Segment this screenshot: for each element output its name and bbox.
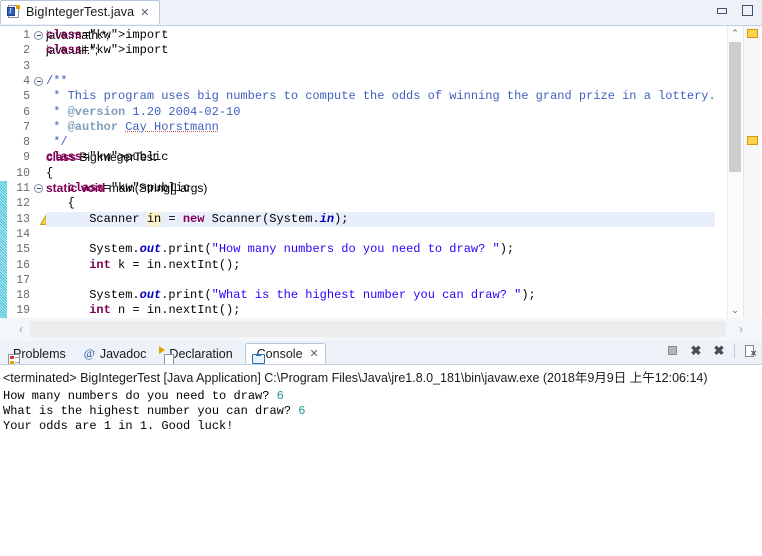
- line-number: 18: [16, 289, 30, 303]
- at-icon: @: [83, 346, 95, 360]
- scroll-down-arrow[interactable]: ⌄: [728, 303, 742, 318]
- overview-marker[interactable]: [747, 29, 758, 38]
- console-output-line: What is the highest number you can draw?…: [3, 404, 306, 418]
- view-tab-label: Javadoc: [99, 346, 147, 361]
- minimize-icon[interactable]: [715, 4, 731, 18]
- overview-marker[interactable]: [747, 136, 758, 145]
- view-tab-label: Problems: [13, 346, 66, 361]
- line-number: 6: [23, 105, 30, 119]
- line-number: 1: [23, 29, 30, 42]
- editor-horizontal-scrollbar[interactable]: ‹ ›: [0, 318, 762, 341]
- editor-tab-label: BigIntegerTest.java: [26, 5, 135, 19]
- line-number: 13: [16, 212, 30, 226]
- maximize-icon[interactable]: [740, 4, 756, 18]
- line-number: 5: [23, 90, 30, 104]
- remove-launch-button[interactable]: ✖: [688, 343, 704, 359]
- line-number: 9: [23, 151, 30, 165]
- bottom-panel: Problems @ Javadoc Declaration Console ✕ ✖ ✖ …: [0, 341, 762, 556]
- fold-collapse-icon[interactable]: [34, 76, 43, 86]
- overview-ruler[interactable]: [743, 26, 760, 318]
- view-tab-declaration[interactable]: Declaration: [158, 343, 238, 366]
- line-number: 7: [23, 120, 30, 134]
- line-number: 10: [16, 166, 30, 180]
- vertical-scroll-thumb[interactable]: [729, 42, 741, 172]
- scroll-up-arrow[interactable]: ⌃: [728, 26, 742, 41]
- horizontal-scroll-track[interactable]: [30, 321, 726, 337]
- scroll-left-arrow[interactable]: ‹: [14, 321, 28, 337]
- view-tab-console[interactable]: Console ✕: [244, 343, 326, 364]
- view-tab-row: Problems @ Javadoc Declaration Console ✕: [0, 341, 762, 366]
- code-text[interactable]: class="kw">import java.math.*; class="kw"…: [46, 26, 715, 318]
- view-tab-problems[interactable]: Problems: [2, 343, 72, 366]
- line-number: 8: [23, 136, 30, 150]
- folding-ruler[interactable]: [32, 26, 54, 318]
- line-number: 17: [16, 273, 30, 287]
- change-bar-column: [0, 26, 7, 318]
- fold-collapse-icon[interactable]: [34, 184, 43, 193]
- code-line[interactable]: class="kw">public static void main(Strin…: [46, 181, 207, 196]
- fold-collapse-icon[interactable]: [34, 31, 43, 40]
- close-icon[interactable]: ✕: [310, 347, 319, 360]
- view-tab-label: Declaration: [169, 346, 233, 361]
- eclipse-window: J BigIntegerTest.java ✕ 1 2 3 4 5 6 7 8 9 10 11 12 1…: [0, 0, 762, 556]
- code-line[interactable]: class="kw">import java.util.*;: [46, 43, 168, 58]
- code-editor[interactable]: 1 2 3 4 5 6 7 8 9 10 11 12 13 14 15 16 17 18 19 class="kw"…: [0, 26, 762, 318]
- console-output-line: Your odds are 1 in 1. Good luck!: [3, 419, 234, 433]
- line-number: 12: [16, 197, 30, 211]
- close-icon[interactable]: ✕: [140, 6, 149, 19]
- console-output: How many numbers do you need to draw? 6W…: [0, 386, 762, 434]
- line-number: 14: [16, 227, 30, 241]
- console-toolbar: ✖ ✖ ✕: [665, 343, 758, 359]
- change-bar: [0, 181, 7, 318]
- toolbar-separator: [734, 344, 735, 358]
- code-line[interactable]: class="kw">import java.math.*;: [46, 28, 168, 43]
- editor-vertical-scrollbar[interactable]: ⌃ ⌄: [727, 26, 742, 318]
- console-status-line: <terminated> BigIntegerTest [Java Applic…: [3, 371, 708, 385]
- editor-tab-bigintegertest[interactable]: J BigIntegerTest.java ✕: [0, 0, 160, 24]
- line-number: 3: [23, 59, 30, 73]
- line-number: 4: [23, 74, 30, 88]
- terminate-button[interactable]: [665, 343, 681, 359]
- line-number: 11: [16, 182, 30, 195]
- view-tab-javadoc[interactable]: @ Javadoc: [78, 343, 153, 364]
- line-number: 15: [16, 243, 30, 257]
- window-controls: [715, 4, 756, 18]
- editor-tab-row: J BigIntegerTest.java ✕: [0, 0, 762, 26]
- code-line[interactable]: class="kw">public class BigIntegerTest: [46, 150, 168, 165]
- console-output-line: How many numbers do you need to draw? 6: [3, 389, 284, 403]
- line-number: 2: [23, 44, 30, 58]
- line-number: 16: [16, 258, 30, 272]
- editor-part: J BigIntegerTest.java ✕ 1 2 3 4 5 6 7 8 9 10 11 12 1…: [0, 0, 762, 341]
- line-number: 19: [16, 304, 30, 318]
- scroll-right-arrow[interactable]: ›: [734, 321, 748, 337]
- console-view[interactable]: <terminated> BigIntegerTest [Java Applic…: [0, 364, 762, 556]
- open-console-button[interactable]: ✕: [742, 343, 758, 359]
- java-file-icon: J: [7, 5, 21, 19]
- line-number-ruler: 1 2 3 4 5 6 7 8 9 10 11 12 13 14 15 16 17 18 19: [7, 26, 32, 318]
- remove-all-launches-button[interactable]: ✖: [711, 343, 727, 359]
